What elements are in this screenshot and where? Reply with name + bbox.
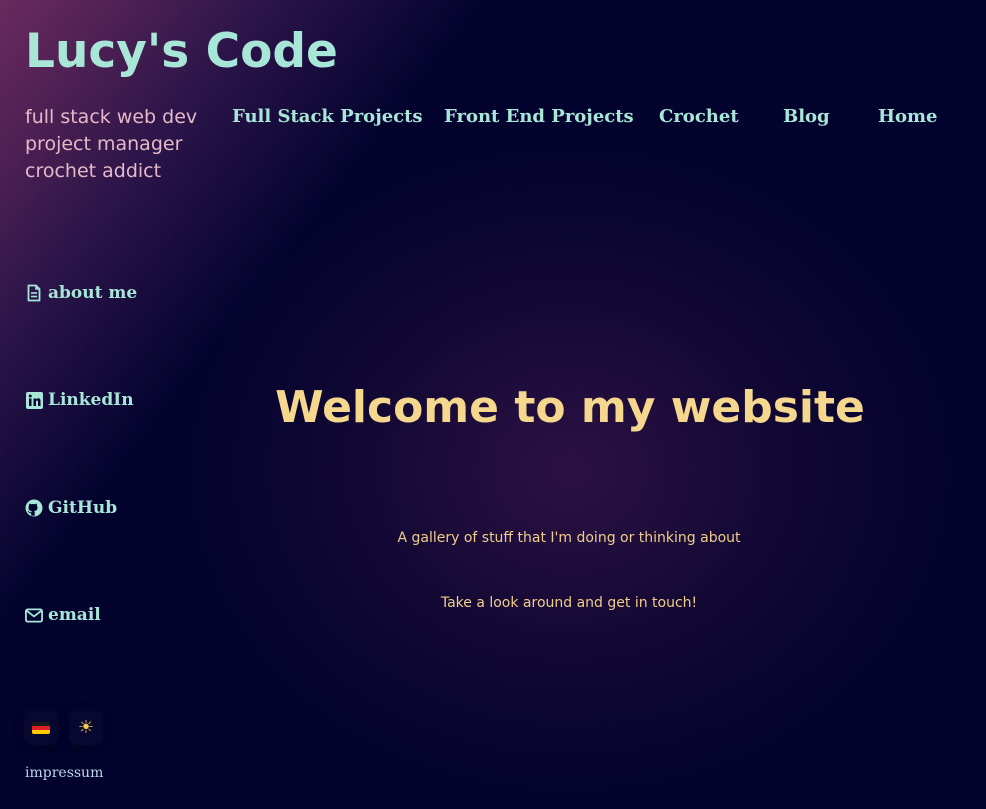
sun-icon: ☀ <box>77 717 95 738</box>
tagline-project-manager: project manager <box>25 133 183 155</box>
sidebar-link-about-me[interactable]: about me <box>25 280 137 306</box>
sidebar-link-linkedin[interactable]: LinkedIn <box>25 387 134 413</box>
nav-item-blog[interactable]: Blog <box>783 103 830 131</box>
sidebar-link-label: GitHub <box>48 498 118 518</box>
main-nav: Full Stack Projects Front End Projects C… <box>0 103 986 131</box>
sidebar-link-github[interactable]: GitHub <box>25 495 117 521</box>
sidebar-link-label: LinkedIn <box>48 390 134 410</box>
intro-text: A gallery of stuff that I'm doing or thi… <box>397 530 741 546</box>
language-toggle-button[interactable] <box>24 711 58 745</box>
nav-item-home[interactable]: Home <box>878 103 938 131</box>
file-text-icon <box>25 284 43 302</box>
sidebar-link-label: about me <box>48 283 138 303</box>
sidebar-link-label: email <box>48 605 101 625</box>
sidebar-link-email[interactable]: email <box>25 602 101 628</box>
tagline-crochet: crochet addict <box>25 160 162 182</box>
impressum-link[interactable]: impressum <box>25 763 103 783</box>
cta-text: Take a look around and get in touch! <box>440 595 698 611</box>
nav-item-front-end-projects[interactable]: Front End Projects <box>444 103 634 131</box>
nav-item-crochet[interactable]: Crochet <box>659 103 739 131</box>
linkedin-icon <box>25 391 43 409</box>
envelope-icon <box>25 606 43 624</box>
nav-item-full-stack-projects[interactable]: Full Stack Projects <box>232 103 423 131</box>
theme-toggle-button[interactable]: ☀ <box>69 711 103 745</box>
github-icon <box>25 499 43 517</box>
german-flag-icon <box>32 722 50 734</box>
site-brand[interactable]: Lucy's Code <box>25 22 338 82</box>
welcome-heading: Welcome to my website <box>275 382 865 433</box>
